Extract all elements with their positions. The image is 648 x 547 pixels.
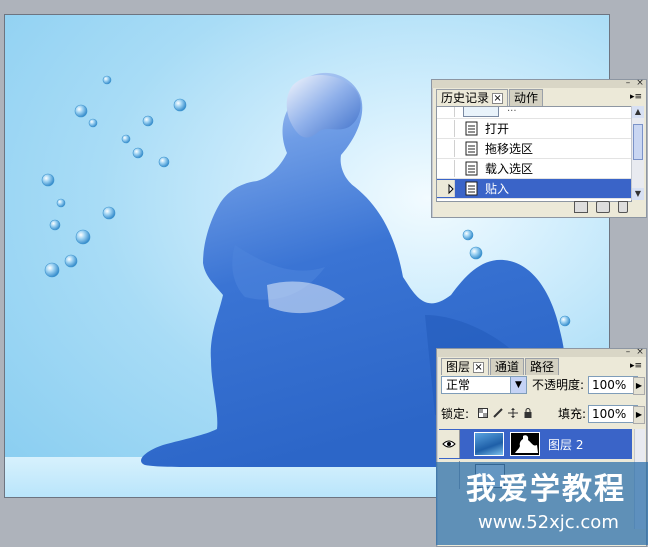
layers-tabs: 图层 × 通道 路径 [441, 358, 560, 375]
history-item-label: 载入选区 [485, 162, 534, 176]
history-panel: – × 历史记录 × 动作 ▸≡ ... 打开 拖移选区 载入选区 贴入 ▲ ▼ [431, 79, 647, 218]
snapshot-icon[interactable] [596, 201, 610, 213]
opacity-label: 不透明度: [532, 378, 585, 392]
snapshot-thumbnail [463, 107, 499, 117]
scrollbar-thumb[interactable] [633, 124, 643, 160]
chevron-down-icon[interactable]: ▼ [510, 377, 526, 393]
trash-icon[interactable] [618, 201, 628, 213]
history-list: ... 打开 拖移选区 载入选区 贴入 [436, 106, 632, 202]
fill-label: 填充: [558, 407, 587, 421]
snapshot-label: ... [507, 106, 517, 114]
history-scrollbar[interactable]: ▲ ▼ [631, 106, 644, 200]
layer-thumbnail[interactable] [474, 432, 504, 456]
panel-menu-icon[interactable]: ▸≡ [630, 361, 642, 371]
tab-close-icon[interactable]: × [473, 361, 485, 373]
history-item-label: 打开 [485, 122, 510, 136]
layer-mask-thumbnail[interactable] [510, 432, 540, 456]
history-state-checkbox[interactable] [437, 107, 455, 117]
history-footer [432, 201, 646, 215]
lock-label: 锁定: [441, 407, 470, 421]
history-state-checkbox[interactable] [437, 120, 455, 137]
history-item[interactable]: 拖移选区 [437, 139, 631, 159]
eye-icon[interactable] [439, 430, 460, 458]
close-icon[interactable]: × [635, 348, 645, 357]
history-step-icon [465, 161, 478, 176]
tab-close-icon[interactable]: × [492, 92, 504, 104]
history-step-icon [465, 181, 478, 196]
lock-image-brush-icon[interactable] [493, 408, 503, 418]
tab-actions[interactable]: 动作 [509, 89, 544, 106]
tab-layers[interactable]: 图层 × [441, 358, 490, 375]
opacity-input[interactable]: 100% [588, 376, 638, 394]
tab-history[interactable]: 历史记录 × [436, 89, 509, 106]
history-step-icon [465, 121, 478, 136]
tab-label: 动作 [514, 91, 539, 105]
mask-silhouette [515, 435, 538, 453]
history-tabs: 历史记录 × 动作 [436, 89, 544, 106]
layer-name[interactable]: 图层 2 [548, 436, 583, 453]
new-document-icon[interactable] [574, 201, 588, 213]
history-state-checkbox[interactable] [437, 180, 455, 197]
watermark-title: 我爱学教程 [466, 472, 626, 507]
history-snapshot-row[interactable]: ... [437, 106, 631, 119]
blend-mode-value: 正常 [446, 378, 471, 392]
opacity-value: 100% [592, 378, 627, 392]
tab-label: 通道 [495, 360, 520, 374]
tab-label: 路径 [530, 360, 555, 374]
close-icon[interactable]: × [635, 79, 645, 88]
watermark: 我爱学教程 www.52xjc.com [436, 462, 648, 545]
history-item[interactable]: 打开 [437, 119, 631, 139]
history-item[interactable]: 载入选区 [437, 159, 631, 179]
history-item-label: 贴入 [485, 182, 510, 196]
history-state-checkbox[interactable] [437, 140, 455, 157]
history-brush-source-icon [448, 183, 454, 195]
scroll-down-icon[interactable]: ▼ [632, 188, 644, 200]
fill-input[interactable]: 100% [588, 405, 638, 423]
history-item-label: 拖移选区 [485, 142, 534, 156]
history-state-checkbox[interactable] [437, 160, 455, 177]
history-item-selected[interactable]: 贴入 [437, 179, 631, 199]
panel-titlebar[interactable] [432, 80, 646, 88]
tab-paths[interactable]: 路径 [525, 358, 560, 375]
minimize-icon[interactable]: – [623, 79, 633, 88]
history-step-icon [465, 141, 478, 156]
fill-slider-arrow-icon[interactable]: ▶ [633, 406, 645, 424]
tab-channels[interactable]: 通道 [490, 358, 525, 375]
opacity-slider-arrow-icon[interactable]: ▶ [633, 377, 645, 395]
tab-label: 历史记录 [441, 91, 490, 105]
minimize-icon[interactable]: – [623, 348, 633, 357]
scroll-up-icon[interactable]: ▲ [632, 106, 644, 118]
panel-menu-icon[interactable]: ▸≡ [630, 92, 642, 102]
fill-value: 100% [592, 407, 627, 421]
lock-all-icon[interactable] [523, 408, 533, 418]
blend-mode-select[interactable]: 正常 ▼ [441, 376, 527, 394]
lock-transparent-icon[interactable] [478, 408, 488, 418]
tab-label: 图层 [446, 360, 471, 374]
lock-position-move-icon[interactable] [508, 408, 518, 418]
layer-row-selected[interactable]: 图层 2 [439, 429, 632, 459]
panel-titlebar[interactable] [437, 349, 646, 357]
watermark-url: www.52xjc.com [478, 512, 619, 533]
